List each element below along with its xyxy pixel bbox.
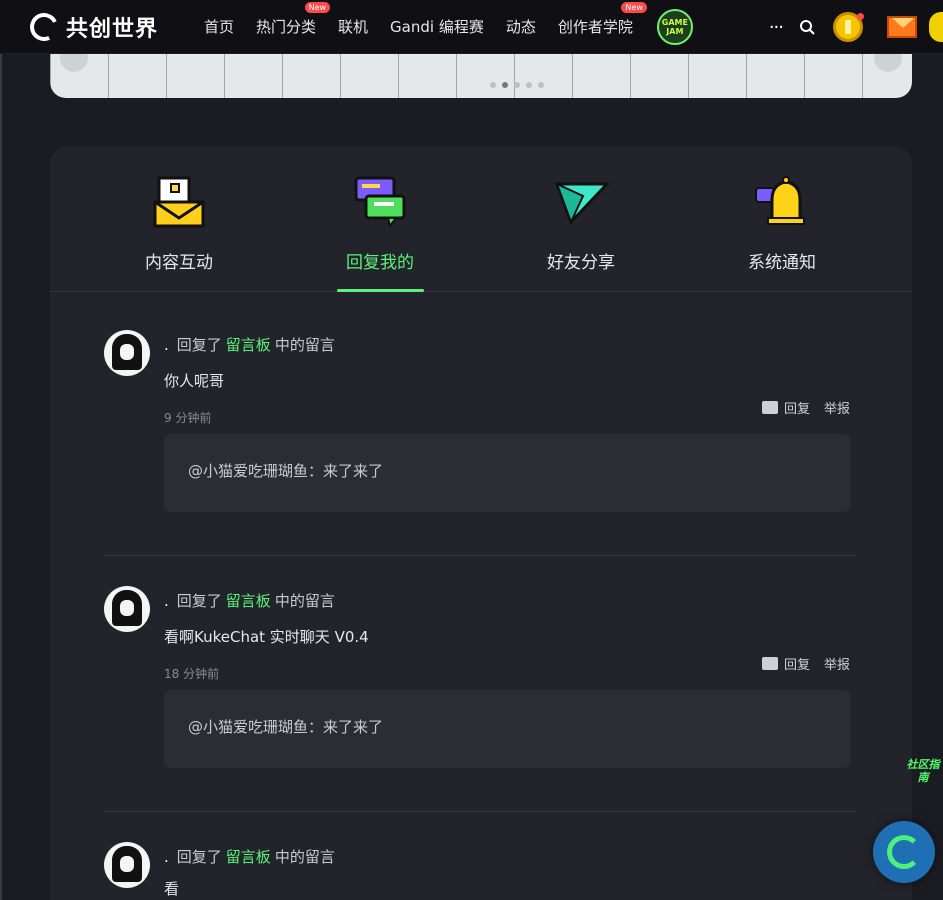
action-suffix-text: 中的留言 [274, 848, 335, 866]
action-text: 回复了 [176, 848, 222, 866]
site-logo[interactable]: 共创世界 [26, 8, 180, 45]
timestamp: 18 分钟前 [164, 667, 220, 681]
top-navigation: 共创世界 首页 热门分类 New 联机 Gandi 编程赛 动态 创作者学院 New… [0, 0, 943, 54]
tab-label: 系统通知 [748, 253, 816, 273]
header-actions: ··· [769, 0, 943, 54]
nav-item-home[interactable]: 首页 [204, 16, 234, 37]
timestamp: 9 分钟前 [164, 411, 212, 425]
reply-item: . 回复了 留言板 中的留言 看啊KukeChat 实时聊天 V0.4 18 分钟前 … [104, 586, 856, 776]
avatar[interactable] [104, 330, 150, 376]
nav-item-gandi-contest[interactable]: Gandi 编程赛 [390, 16, 484, 37]
logo-text: 共创世界 [66, 16, 159, 42]
mail-icon[interactable] [887, 16, 917, 38]
tab-system-notice[interactable]: 系统通知 [722, 174, 842, 273]
logo-icon [26, 8, 62, 45]
action-suffix-text: 中的留言 [274, 336, 335, 354]
banner-dot[interactable] [490, 82, 496, 88]
reply-button[interactable]: 回复 [784, 654, 810, 673]
nav-item-feed[interactable]: 动态 [506, 16, 536, 37]
banner-dot[interactable] [526, 82, 532, 88]
divider [104, 811, 856, 812]
quoted-comment[interactable]: @小猫爱吃珊瑚鱼：来了来了 [164, 690, 850, 768]
floating-assistant-button[interactable] [873, 821, 935, 883]
reply-button[interactable]: 回复 [784, 398, 810, 417]
reply-header: . 回复了 留言板 中的留言 [164, 590, 335, 611]
reply-actions: 回复 举报 [761, 396, 856, 417]
nav-item-multiplayer[interactable]: 联机 [338, 16, 368, 37]
nav-item-creator-academy[interactable]: 创作者学院 New [558, 2, 647, 37]
window-edge [0, 54, 2, 900]
main-nav: 首页 热门分类 New 联机 Gandi 编程赛 动态 创作者学院 New GAME… [204, 2, 693, 45]
reply-header: . 回复了 留言板 中的留言 [164, 846, 335, 867]
banner-dot[interactable] [502, 82, 508, 88]
banner-dot[interactable] [538, 82, 544, 88]
avatar[interactable] [104, 586, 150, 632]
reply-header: . 回复了 留言板 中的留言 [164, 334, 335, 355]
community-guide-link[interactable]: 社区指南 [906, 758, 940, 784]
reply-item: . 回复了留言板中的留言 你人呢哥 9 分钟前 回复 举报 @小猫爱吃珊瑚鱼：来了… [104, 330, 856, 520]
paper-plane-icon [554, 182, 611, 225]
quoted-comment[interactable]: @小猫爱吃珊瑚鱼：来了来了 [164, 434, 850, 512]
username-link[interactable]: . [164, 848, 169, 866]
user-avatar[interactable] [929, 12, 943, 42]
comment-icon[interactable] [761, 396, 778, 414]
tab-content-interaction[interactable]: 内容互动 [119, 174, 239, 273]
reply-item: . 回复了 留言板 中的留言 看 [104, 842, 856, 900]
banner-dot[interactable] [514, 82, 520, 88]
nav-item-hot-categories[interactable]: 热门分类 New [256, 2, 331, 37]
reply-content: 你人呢哥 [164, 372, 225, 390]
report-button[interactable]: 举报 [824, 654, 850, 673]
report-button[interactable]: 举报 [824, 398, 850, 417]
gamejam-icon[interactable]: GAME JAM [656, 8, 693, 45]
avatar[interactable] [104, 842, 150, 888]
reply-content: 看啊KukeChat 实时聊天 V0.4 [164, 628, 369, 646]
target-link[interactable]: 留言板 [226, 592, 271, 610]
reply-content: 看 [164, 880, 180, 898]
tab-label: 内容互动 [145, 253, 213, 273]
coin-icon[interactable] [833, 12, 864, 42]
more-icon[interactable]: ··· [769, 17, 784, 38]
username-link[interactable]: . [164, 592, 169, 610]
tab-label: 回复我的 [346, 253, 414, 273]
target-link[interactable]: 留言板 [226, 336, 271, 354]
tab-friend-share[interactable]: 好友分享 [521, 174, 641, 273]
action-suffix-text: 中的留言 [274, 592, 335, 610]
action-text: 回复了 [176, 592, 222, 610]
new-badge: New [621, 2, 647, 13]
banner-pagination [490, 82, 544, 88]
comment-icon[interactable] [761, 652, 778, 670]
chat-bubbles-icon [354, 176, 406, 229]
c-logo-icon [887, 835, 921, 869]
tab-replies-to-me[interactable]: 回复我的 [320, 174, 440, 273]
notification-dot [857, 13, 864, 20]
username-link[interactable]: . [164, 336, 169, 354]
search-icon[interactable] [799, 19, 815, 35]
tab-label: 好友分享 [547, 253, 615, 273]
bell-icon [755, 176, 805, 225]
active-tab-indicator [337, 289, 424, 292]
target-link[interactable]: 留言板 [226, 848, 271, 866]
message-panel: 内容互动 回复我的 好友分享 系统通知 . 回复了 留言板 中的留言 你人呢哥 … [50, 146, 912, 900]
divider [104, 555, 856, 556]
envelope-icon [153, 176, 205, 228]
new-badge: New [304, 2, 331, 13]
action-text: 回复了 [176, 336, 222, 354]
message-tabs: 内容互动 回复我的 好友分享 系统通知 [50, 146, 912, 292]
reply-actions: 回复 举报 [761, 652, 856, 673]
